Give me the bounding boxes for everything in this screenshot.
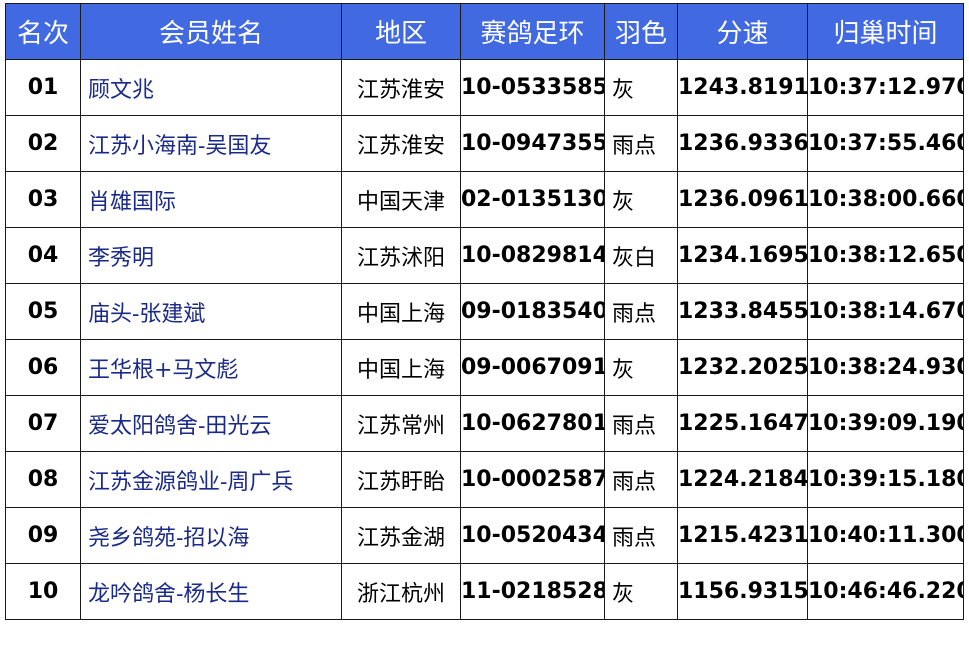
ring-cell: 10-0947355 <box>460 115 605 172</box>
speed-cell: 1236.0961 <box>677 171 808 228</box>
header-region: 地区 <box>341 3 461 60</box>
ring-cell: 09-0067091 <box>460 339 605 396</box>
rank-cell: 02 <box>5 115 81 172</box>
table-body: 01 顾文兆 江苏淮安 10-0533585 灰 1243.8191 10:37… <box>5 59 964 620</box>
header-time: 归巢时间 <box>807 3 964 60</box>
rank-cell: 10 <box>5 563 81 620</box>
speed-cell: 1236.9336 <box>677 115 808 172</box>
time-cell: 10:38:24.930 <box>807 339 964 396</box>
ring-cell: 10-0002587 <box>460 451 605 508</box>
color-cell: 雨点 <box>604 395 678 452</box>
color-cell: 灰 <box>604 59 678 116</box>
time-cell: 10:38:14.670 <box>807 283 964 340</box>
member-cell: 江苏金源鸽业-周广兵 <box>80 451 342 508</box>
color-cell: 灰 <box>604 339 678 396</box>
color-cell: 雨点 <box>604 115 678 172</box>
member-cell: 爱太阳鸽舍-田光云 <box>80 395 342 452</box>
color-cell: 雨点 <box>604 507 678 564</box>
rank-cell: 07 <box>5 395 81 452</box>
header-color: 羽色 <box>604 3 678 60</box>
time-cell: 10:39:09.190 <box>807 395 964 452</box>
member-cell: 江苏小海南-吴国友 <box>80 115 342 172</box>
rank-cell: 03 <box>5 171 81 228</box>
region-cell: 江苏盱眙 <box>341 451 461 508</box>
table-header: 名次 会员姓名 地区 赛鸽足环 羽色 分速 归巢时间 <box>5 3 964 60</box>
region-cell: 中国上海 <box>341 339 461 396</box>
time-cell: 10:40:11.300 <box>807 507 964 564</box>
table-row: 10 龙吟鸽舍-杨长生 浙江杭州 11-0218528 灰 1156.9315 … <box>5 563 964 620</box>
header-row: 名次 会员姓名 地区 赛鸽足环 羽色 分速 归巢时间 <box>5 3 964 60</box>
header-member: 会员姓名 <box>80 3 342 60</box>
speed-cell: 1156.9315 <box>677 563 808 620</box>
time-cell: 10:37:12.970 <box>807 59 964 116</box>
region-cell: 江苏淮安 <box>341 115 461 172</box>
ring-cell: 11-0218528 <box>460 563 605 620</box>
table-row: 05 庙头-张建斌 中国上海 09-0183540 雨点 1233.8455 1… <box>5 283 964 340</box>
member-cell: 尧乡鸽苑-招以海 <box>80 507 342 564</box>
time-cell: 10:46:46.220 <box>807 563 964 620</box>
results-table: 名次 会员姓名 地区 赛鸽足环 羽色 分速 归巢时间 01 顾文兆 江苏淮安 1… <box>5 3 964 620</box>
region-cell: 江苏金湖 <box>341 507 461 564</box>
speed-cell: 1224.2184 <box>677 451 808 508</box>
ring-cell: 09-0183540 <box>460 283 605 340</box>
table-row: 08 江苏金源鸽业-周广兵 江苏盱眙 10-0002587 雨点 1224.21… <box>5 451 964 508</box>
region-cell: 中国上海 <box>341 283 461 340</box>
speed-cell: 1233.8455 <box>677 283 808 340</box>
rank-cell: 09 <box>5 507 81 564</box>
ring-cell: 10-0520434 <box>460 507 605 564</box>
rank-cell: 08 <box>5 451 81 508</box>
header-speed: 分速 <box>677 3 808 60</box>
ring-cell: 02-0135130 <box>460 171 605 228</box>
table-row: 01 顾文兆 江苏淮安 10-0533585 灰 1243.8191 10:37… <box>5 59 964 116</box>
speed-cell: 1225.1647 <box>677 395 808 452</box>
table-row: 03 肖雄国际 中国天津 02-0135130 灰 1236.0961 10:3… <box>5 171 964 228</box>
time-cell: 10:39:15.180 <box>807 451 964 508</box>
member-cell: 庙头-张建斌 <box>80 283 342 340</box>
rank-cell: 06 <box>5 339 81 396</box>
header-ring: 赛鸽足环 <box>460 3 605 60</box>
header-rank: 名次 <box>5 3 81 60</box>
table-row: 09 尧乡鸽苑-招以海 江苏金湖 10-0520434 雨点 1215.4231… <box>5 507 964 564</box>
time-cell: 10:38:12.650 <box>807 227 964 284</box>
color-cell: 灰 <box>604 563 678 620</box>
speed-cell: 1232.2025 <box>677 339 808 396</box>
table-row: 02 江苏小海南-吴国友 江苏淮安 10-0947355 雨点 1236.933… <box>5 115 964 172</box>
color-cell: 雨点 <box>604 283 678 340</box>
region-cell: 中国天津 <box>341 171 461 228</box>
region-cell: 江苏常州 <box>341 395 461 452</box>
ring-cell: 10-0627801 <box>460 395 605 452</box>
speed-cell: 1243.8191 <box>677 59 808 116</box>
table-row: 06 王华根+马文彪 中国上海 09-0067091 灰 1232.2025 1… <box>5 339 964 396</box>
speed-cell: 1215.4231 <box>677 507 808 564</box>
member-cell: 王华根+马文彪 <box>80 339 342 396</box>
rank-cell: 01 <box>5 59 81 116</box>
color-cell: 灰白 <box>604 227 678 284</box>
table-row: 07 爱太阳鸽舍-田光云 江苏常州 10-0627801 雨点 1225.164… <box>5 395 964 452</box>
region-cell: 江苏沭阳 <box>341 227 461 284</box>
color-cell: 灰 <box>604 171 678 228</box>
time-cell: 10:38:00.660 <box>807 171 964 228</box>
region-cell: 江苏淮安 <box>341 59 461 116</box>
ring-cell: 10-0533585 <box>460 59 605 116</box>
rank-cell: 04 <box>5 227 81 284</box>
member-cell: 顾文兆 <box>80 59 342 116</box>
rank-cell: 05 <box>5 283 81 340</box>
color-cell: 雨点 <box>604 451 678 508</box>
member-cell: 李秀明 <box>80 227 342 284</box>
region-cell: 浙江杭州 <box>341 563 461 620</box>
speed-cell: 1234.1695 <box>677 227 808 284</box>
table-row: 04 李秀明 江苏沭阳 10-0829814 灰白 1234.1695 10:3… <box>5 227 964 284</box>
time-cell: 10:37:55.460 <box>807 115 964 172</box>
member-cell: 肖雄国际 <box>80 171 342 228</box>
ring-cell: 10-0829814 <box>460 227 605 284</box>
member-cell: 龙吟鸽舍-杨长生 <box>80 563 342 620</box>
